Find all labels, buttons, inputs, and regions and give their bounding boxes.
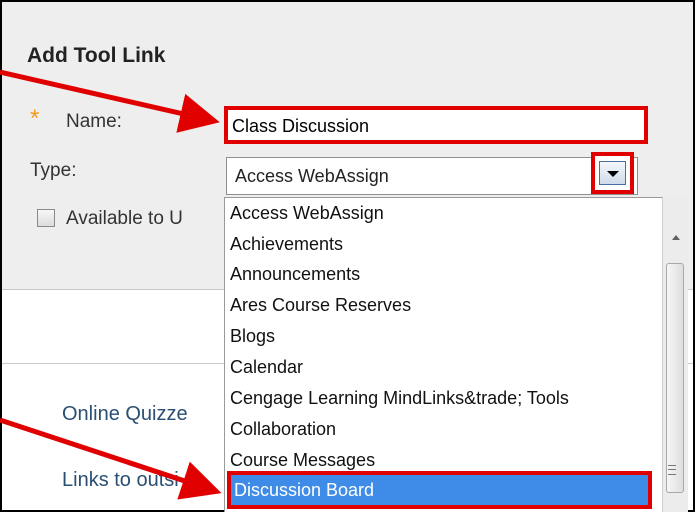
arrow-to-discussion-board bbox=[0, 417, 222, 500]
annotation-arrows bbox=[0, 69, 222, 500]
arrow-to-name-input bbox=[0, 69, 220, 133]
